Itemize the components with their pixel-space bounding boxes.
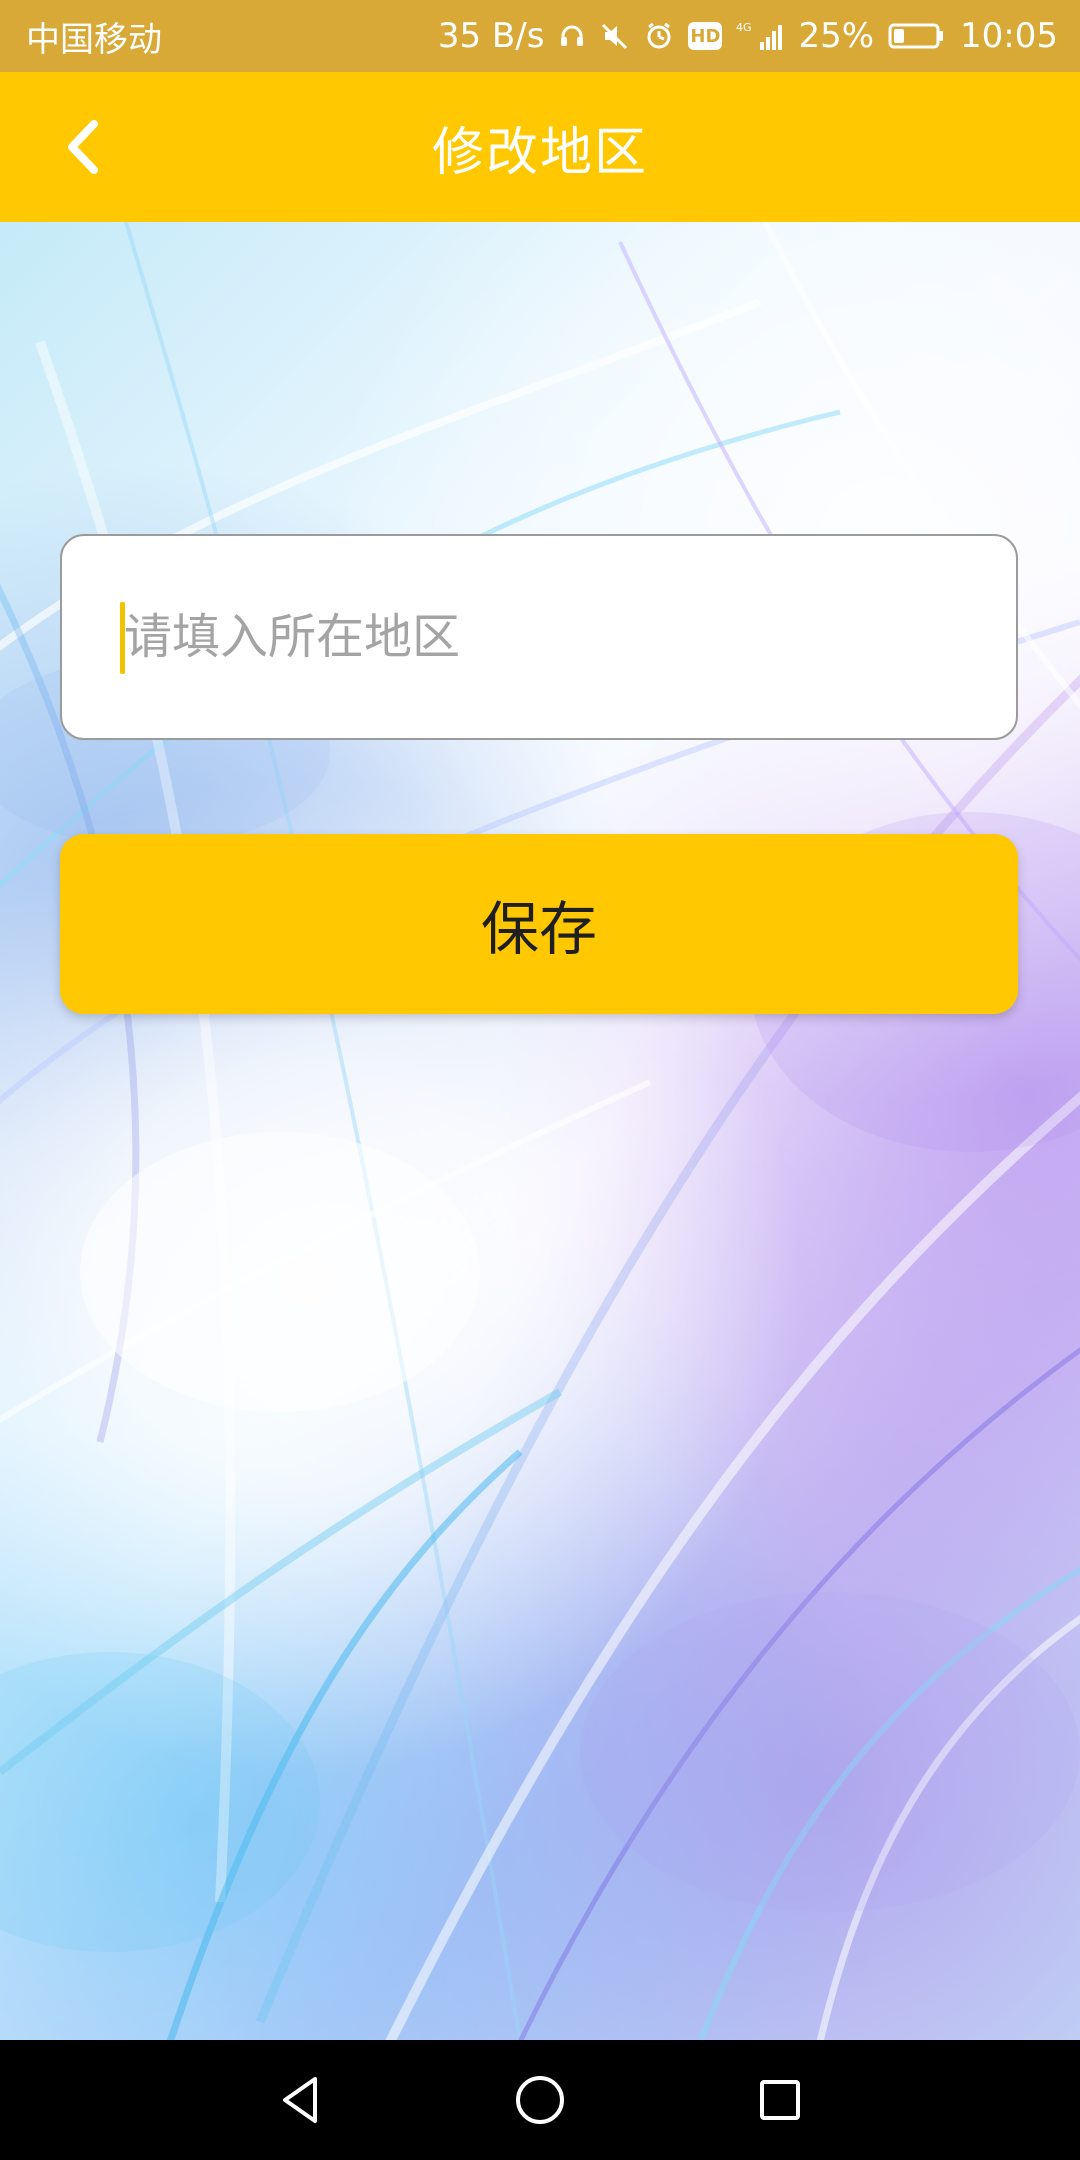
network-speed-label: 35 B/s [437, 16, 545, 56]
app-bar: 修改地区 [0, 72, 1080, 222]
region-input[interactable] [124, 536, 984, 738]
status-right: 35 B/s HD 4G 25% 10:05 [438, 16, 1058, 56]
navigation-bar [0, 2040, 1080, 2160]
hd-badge: HD [688, 22, 723, 50]
status-bar: 中国移动 35 B/s HD 4G 25% 10:05 [0, 0, 1080, 72]
page-title: 修改地区 [431, 122, 648, 183]
nav-back-button[interactable] [262, 2062, 338, 2138]
alarm-icon [644, 16, 674, 56]
nav-home-button[interactable] [502, 2062, 578, 2138]
triangle-back-icon [283, 2077, 317, 2123]
abstract-lines-art [0, 222, 1080, 2040]
signal-icon: 4G [736, 16, 784, 56]
headphones-icon [558, 16, 586, 56]
mute-icon [600, 16, 630, 56]
background-artwork: 保存 [0, 222, 1080, 2040]
region-input-container [60, 534, 1018, 740]
status-left: 中国移动 [26, 12, 162, 61]
network-type-label: 4G [736, 21, 752, 34]
battery-icon [888, 16, 946, 56]
save-button[interactable]: 保存 [60, 834, 1018, 1014]
time-label: 10:05 [960, 16, 1058, 56]
battery-percent-label: 25% [798, 16, 875, 56]
circle-home-icon [516, 2076, 564, 2124]
nav-recent-button[interactable] [742, 2062, 818, 2138]
square-recent-icon [760, 2080, 800, 2120]
carrier-label: 中国移动 [26, 19, 162, 60]
